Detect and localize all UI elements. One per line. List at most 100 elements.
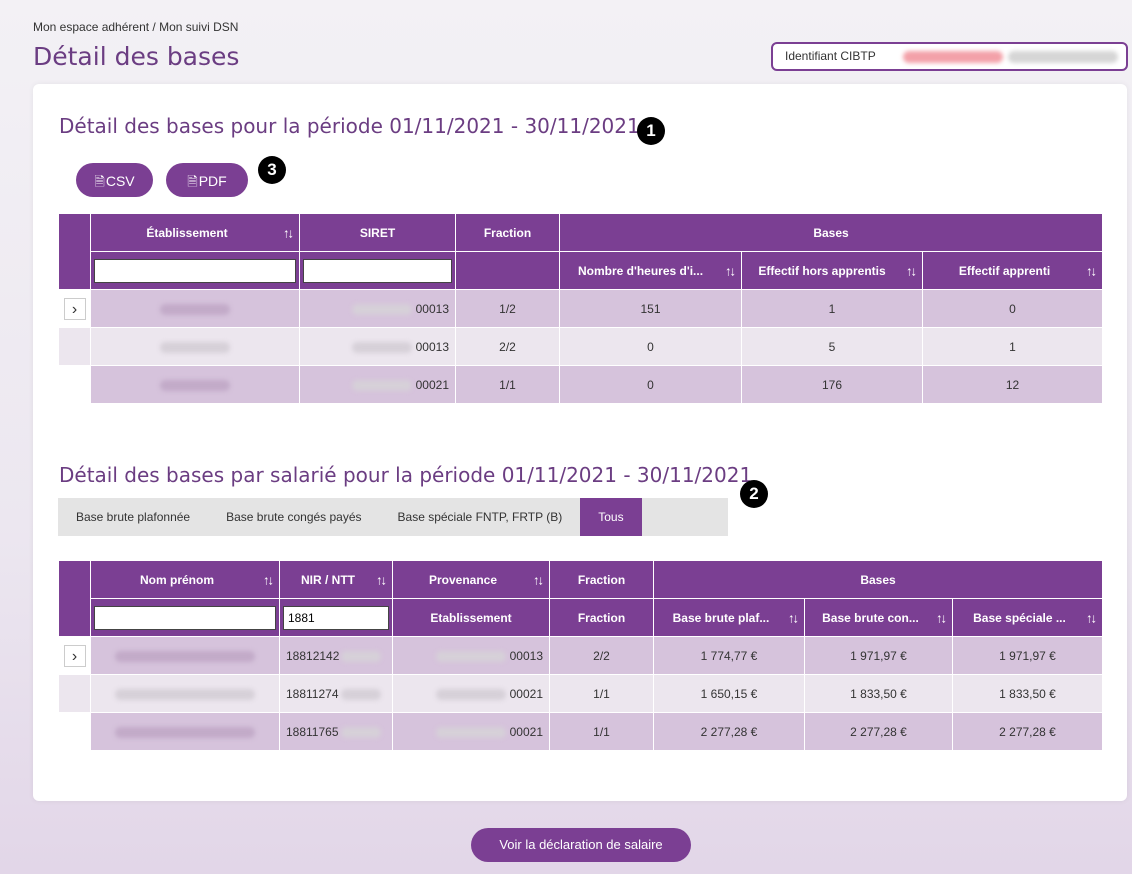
sort-icon[interactable]: ↑↓ bbox=[533, 572, 544, 587]
chevron-right-icon[interactable]: › bbox=[63, 644, 86, 667]
row-expand-cell: › bbox=[58, 289, 91, 328]
chevron-right-icon[interactable]: › bbox=[63, 297, 86, 320]
export-pdf-button[interactable]: 🗎PDF bbox=[166, 163, 248, 197]
column-header-etablissement[interactable]: Établissement ↑↓ bbox=[90, 213, 300, 252]
table-row[interactable]: › 18812142 00013 2/2 1 774,77 € 1 971,97… bbox=[58, 636, 1103, 675]
base-speciale-cell: 2 277,28 € bbox=[952, 712, 1103, 751]
siret-value: 00021 bbox=[415, 377, 449, 392]
table-row[interactable]: 00013 2/2 0 5 1 bbox=[58, 327, 1103, 366]
etablissement-cell bbox=[90, 365, 300, 404]
base-type-filter-tabs: Base brute plafonnée Base brute congés p… bbox=[58, 498, 728, 536]
tab-base-brute-plafonnee[interactable]: Base brute plafonnée bbox=[58, 498, 208, 536]
sort-icon[interactable]: ↑↓ bbox=[725, 263, 736, 278]
redacted-text bbox=[115, 650, 255, 662]
redacted-text bbox=[160, 341, 230, 353]
siret-filter-input[interactable] bbox=[303, 258, 452, 283]
sort-icon[interactable]: ↑↓ bbox=[906, 263, 917, 278]
nir-cell: 18812142 bbox=[279, 636, 393, 675]
cibtp-id-value-redacted-2 bbox=[1008, 51, 1118, 63]
siret-value: 00013 bbox=[415, 301, 449, 316]
nir-filter-input[interactable] bbox=[283, 605, 389, 630]
tab-base-speciale-fntp[interactable]: Base spéciale FNTP, FRTP (B) bbox=[380, 498, 581, 536]
column-header-fraction: Fraction bbox=[549, 560, 654, 599]
establishment-bases-table: Établissement ↑↓ SIRET Fraction Bases Nom… bbox=[58, 213, 1103, 404]
header-label: Base spéciale ... bbox=[973, 610, 1066, 625]
column-header-nom-prenom[interactable]: Nom prénom ↑↓ bbox=[90, 560, 280, 599]
header-label: Effectif apprenti bbox=[958, 263, 1051, 278]
table-row[interactable]: › 00013 1/2 151 1 0 bbox=[58, 289, 1103, 328]
filter-cell-siret bbox=[299, 251, 456, 290]
fraction-cell: 2/2 bbox=[549, 636, 654, 675]
column-header-base-speciale[interactable]: Base spéciale ... ↑↓ bbox=[952, 598, 1103, 637]
effectif-apprenti-cell: 0 bbox=[922, 289, 1103, 328]
sort-icon[interactable]: ↑↓ bbox=[788, 610, 799, 625]
column-header-base-brute-conges[interactable]: Base brute con... ↑↓ bbox=[804, 598, 953, 637]
table-row[interactable]: 00021 1/1 0 176 12 bbox=[58, 365, 1103, 404]
sort-icon[interactable]: ↑↓ bbox=[1086, 263, 1097, 278]
etablissement-value: 00021 bbox=[509, 686, 543, 701]
sort-icon[interactable]: ↑↓ bbox=[376, 572, 387, 587]
column-header-effectif-apprenti[interactable]: Effectif apprenti ↑↓ bbox=[922, 251, 1103, 290]
expand-column-header bbox=[58, 213, 91, 290]
nom-prenom-cell bbox=[90, 674, 280, 713]
siret-cell: 00013 bbox=[299, 327, 456, 366]
export-csv-label: CSV bbox=[105, 173, 135, 189]
nir-value: 18812142 bbox=[286, 648, 340, 663]
row-expand-cell: › bbox=[58, 636, 91, 675]
column-header-heures[interactable]: Nombre d'heures d'i... ↑↓ bbox=[559, 251, 742, 290]
column-header-base-brute-plafonnee[interactable]: Base brute plaf... ↑↓ bbox=[653, 598, 805, 637]
view-salary-declaration-button[interactable]: Voir la déclaration de salaire bbox=[471, 828, 691, 862]
fraction-cell: 2/2 bbox=[455, 327, 560, 366]
column-header-nir[interactable]: NIR / NTT ↑↓ bbox=[279, 560, 393, 599]
nom-prenom-filter-input[interactable] bbox=[94, 605, 276, 630]
row-expand-cell bbox=[58, 674, 91, 713]
effectif-apprenti-cell: 1 bbox=[922, 327, 1103, 366]
redacted-text bbox=[160, 303, 230, 315]
siret-value: 00013 bbox=[415, 339, 449, 354]
pdf-file-icon: 🗎 bbox=[187, 174, 198, 189]
column-header-provenance[interactable]: Provenance ↑↓ bbox=[392, 560, 550, 599]
sort-icon[interactable]: ↑↓ bbox=[936, 610, 947, 625]
base-plafonnee-cell: 1 774,77 € bbox=[653, 636, 805, 675]
table-header-row-2: Nombre d'heures d'i... ↑↓ Effectif hors a… bbox=[59, 251, 1103, 290]
fraction-cell: 1/1 bbox=[549, 674, 654, 713]
sort-icon[interactable]: ↑↓ bbox=[263, 572, 274, 587]
tab-tous[interactable]: Tous bbox=[580, 498, 642, 536]
column-group-bases: Bases bbox=[559, 213, 1103, 252]
redacted-text bbox=[351, 303, 412, 315]
row-expand-cell bbox=[58, 327, 91, 366]
tab-base-brute-conges-payes[interactable]: Base brute congés payés bbox=[208, 498, 379, 536]
redacted-text bbox=[341, 650, 382, 662]
redacted-text bbox=[351, 379, 412, 391]
filter-cell-fraction bbox=[455, 251, 560, 290]
column-header-effectif-hors[interactable]: Effectif hors apprentis ↑↓ bbox=[741, 251, 923, 290]
etablissement-cell: 00021 bbox=[392, 712, 550, 751]
export-csv-button[interactable]: 🗎CSV bbox=[76, 163, 153, 197]
effectif-apprenti-cell: 12 bbox=[922, 365, 1103, 404]
nir-value: 18811765 bbox=[286, 724, 339, 739]
row-expand-cell bbox=[58, 365, 91, 404]
effectif-hors-cell: 176 bbox=[741, 365, 923, 404]
base-plafonnee-cell: 2 277,28 € bbox=[653, 712, 805, 751]
sort-icon[interactable]: ↑↓ bbox=[283, 225, 294, 240]
section2-title: Détail des bases par salarié pour la pér… bbox=[59, 463, 753, 487]
header-label: Nombre d'heures d'i... bbox=[577, 263, 704, 278]
cibtp-id-box: Identifiant CIBTP bbox=[771, 42, 1128, 71]
annotation-badge-3: 3 bbox=[258, 156, 286, 184]
table-row[interactable]: 18811765 00021 1/1 2 277,28 € 2 277,28 €… bbox=[58, 712, 1103, 751]
etablissement-value: 00013 bbox=[509, 648, 543, 663]
redacted-text bbox=[435, 688, 506, 700]
siret-cell: 00013 bbox=[299, 289, 456, 328]
base-speciale-cell: 1 971,97 € bbox=[952, 636, 1103, 675]
sort-icon[interactable]: ↑↓ bbox=[1086, 610, 1097, 625]
etablissement-cell: 00021 bbox=[392, 674, 550, 713]
table-header-row: Nom prénom ↑↓ NIR / NTT ↑↓ Provenance ↑↓ Fr… bbox=[58, 560, 1103, 637]
table-row[interactable]: 18811274 00021 1/1 1 650,15 € 1 833,50 €… bbox=[58, 674, 1103, 713]
etablissement-filter-input[interactable] bbox=[94, 258, 296, 283]
redacted-text bbox=[115, 688, 255, 700]
nir-cell: 18811765 bbox=[279, 712, 393, 751]
row-expand-cell bbox=[58, 712, 91, 751]
etablissement-cell bbox=[90, 289, 300, 328]
annotation-badge-1: 1 bbox=[637, 117, 665, 145]
header-label: Provenance bbox=[428, 572, 498, 587]
